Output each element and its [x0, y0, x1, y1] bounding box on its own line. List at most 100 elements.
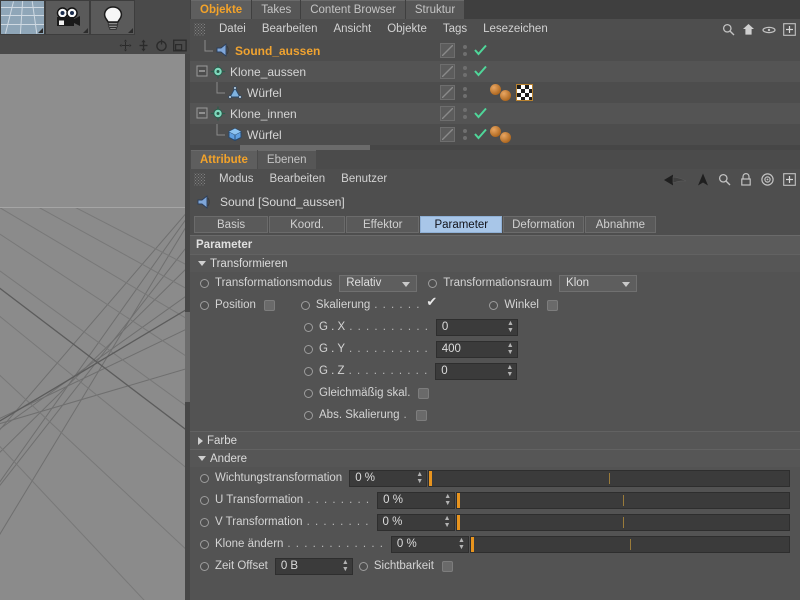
- viewport-thumbnail-button[interactable]: [0, 0, 45, 35]
- stepper-icon[interactable]: ▲ ▼: [458, 537, 465, 551]
- stepper-icon[interactable]: ▲ ▼: [416, 471, 423, 485]
- menu-ansicht[interactable]: Ansicht: [325, 19, 379, 40]
- param-radio[interactable]: [200, 495, 209, 505]
- input-u-transformation[interactable]: 0 % ▲ ▼: [377, 491, 456, 509]
- back-arrow-icon[interactable]: [664, 174, 688, 186]
- menu-benutzer[interactable]: Benutzer: [333, 169, 395, 190]
- chevron-right-icon[interactable]: [198, 436, 203, 445]
- panel-gripper-icon[interactable]: [194, 23, 205, 36]
- stepper-icon[interactable]: ▲ ▼: [506, 364, 513, 378]
- stepper-icon[interactable]: ▲ ▼: [444, 515, 451, 529]
- tab-takes[interactable]: Takes: [252, 0, 301, 19]
- scale-icon[interactable]: [136, 38, 151, 53]
- up-arrow-icon[interactable]: [697, 173, 709, 186]
- param-radio[interactable]: [200, 561, 209, 571]
- object-manager-hscrollbar[interactable]: [190, 145, 800, 150]
- slider-v-transformation[interactable]: [455, 513, 790, 531]
- viewport-3d[interactable]: [0, 54, 189, 600]
- enabled-check-icon[interactable]: [474, 65, 487, 78]
- param-radio[interactable]: [200, 517, 209, 527]
- object-name[interactable]: Klone_aussen: [230, 65, 306, 79]
- checkbox-position[interactable]: [263, 299, 275, 311]
- input-wichtungstransformation[interactable]: 0 % ▲ ▼: [349, 469, 428, 487]
- tab-koord[interactable]: Koord.: [269, 216, 346, 233]
- menu-modus[interactable]: Modus: [211, 169, 262, 190]
- table-row[interactable]: Würfel: [190, 124, 800, 145]
- enabled-check-icon[interactable]: [474, 107, 487, 120]
- param-radio[interactable]: [300, 300, 310, 310]
- param-radio[interactable]: [489, 300, 499, 310]
- param-radio[interactable]: [304, 366, 313, 376]
- checkbox-winkel[interactable]: [546, 299, 558, 311]
- param-radio[interactable]: [428, 278, 438, 288]
- stepper-icon[interactable]: ▲ ▼: [507, 342, 514, 356]
- input-zeit-offset[interactable]: 0 B ▲ ▼: [274, 557, 353, 575]
- expander-minus-icon[interactable]: [195, 61, 209, 82]
- light-button[interactable]: [90, 0, 135, 35]
- stepper-icon[interactable]: ▲ ▼: [342, 559, 349, 573]
- slider-wichtungstransformation[interactable]: [428, 469, 790, 487]
- tab-ebenen[interactable]: Ebenen: [257, 150, 316, 169]
- menu-lesezeichen[interactable]: Lesezeichen: [475, 19, 556, 40]
- home-icon[interactable]: [742, 23, 755, 36]
- param-radio[interactable]: [200, 473, 209, 483]
- render-toggle-icon[interactable]: [440, 106, 455, 121]
- menu-tags[interactable]: Tags: [435, 19, 475, 40]
- stepper-icon[interactable]: ▲ ▼: [444, 493, 451, 507]
- visibility-dots-icon[interactable]: [460, 129, 470, 140]
- render-toggle-icon[interactable]: [440, 64, 455, 79]
- param-radio[interactable]: [200, 539, 209, 549]
- input-g-y[interactable]: 400 ▲ ▼: [435, 340, 518, 358]
- render-toggle-icon[interactable]: [440, 43, 455, 58]
- slider-knob[interactable]: [470, 536, 474, 552]
- tab-struktur[interactable]: Struktur: [405, 0, 465, 19]
- tab-attribute[interactable]: Attribute: [191, 150, 257, 169]
- input-klone-aendern[interactable]: 0 % ▲ ▼: [390, 535, 469, 553]
- plus-icon[interactable]: [783, 23, 796, 36]
- slider-knob[interactable]: [457, 492, 461, 508]
- group-farbe[interactable]: Farbe: [190, 431, 800, 449]
- object-name[interactable]: Würfel: [247, 128, 282, 142]
- panel-gripper-icon[interactable]: [194, 173, 205, 186]
- target-icon[interactable]: [761, 173, 774, 186]
- camera-button[interactable]: [45, 0, 90, 35]
- enabled-check-icon[interactable]: [474, 44, 487, 57]
- table-row[interactable]: Klone_aussen: [190, 61, 800, 82]
- menu-objekte[interactable]: Objekte: [379, 19, 435, 40]
- param-radio[interactable]: [304, 388, 313, 398]
- material-tag-icon[interactable]: [500, 90, 511, 101]
- move-icon[interactable]: [118, 38, 133, 53]
- slider-klone-aendern[interactable]: [469, 535, 790, 553]
- checkbox-sichtbarkeit[interactable]: [441, 560, 453, 572]
- checkbox-abs-skalierung[interactable]: [415, 409, 427, 421]
- dropdown-transformationsmodus[interactable]: Relativ: [339, 274, 418, 292]
- table-row[interactable]: Würfel: [190, 82, 800, 103]
- render-toggle-icon[interactable]: [440, 127, 455, 142]
- slider-u-transformation[interactable]: [456, 491, 790, 509]
- tab-content-browser[interactable]: Content Browser: [301, 0, 405, 19]
- param-radio[interactable]: [200, 278, 209, 288]
- tab-objekte[interactable]: Objekte: [191, 0, 252, 19]
- object-name[interactable]: Sound_aussen: [235, 44, 320, 58]
- menu-bearbeiten[interactable]: Bearbeiten: [262, 169, 334, 190]
- search-icon[interactable]: [722, 23, 735, 36]
- tab-parameter[interactable]: Parameter: [420, 216, 503, 233]
- tab-deformation[interactable]: Deformation: [503, 216, 584, 233]
- object-name[interactable]: Würfel: [247, 86, 282, 100]
- rotate-icon[interactable]: [154, 38, 169, 53]
- param-radio[interactable]: [304, 410, 313, 420]
- table-row[interactable]: Sound_aussen: [190, 40, 800, 61]
- param-radio[interactable]: [304, 322, 313, 332]
- object-name[interactable]: Klone_innen: [230, 107, 297, 121]
- tab-abnahme[interactable]: Abnahme: [584, 216, 656, 233]
- frame-icon[interactable]: [172, 38, 187, 53]
- eye-icon[interactable]: [762, 25, 776, 35]
- menu-datei[interactable]: Datei: [211, 19, 254, 40]
- enabled-check-icon[interactable]: [474, 128, 487, 141]
- material-tag-icon[interactable]: [500, 132, 511, 143]
- chevron-down-icon[interactable]: [198, 456, 206, 461]
- search-icon[interactable]: [718, 173, 731, 186]
- visibility-dots-icon[interactable]: [460, 45, 470, 56]
- tab-basis[interactable]: Basis: [194, 216, 269, 233]
- object-manager-list[interactable]: Sound_aussen Klone_aussen Würfel Klone_i…: [190, 40, 800, 150]
